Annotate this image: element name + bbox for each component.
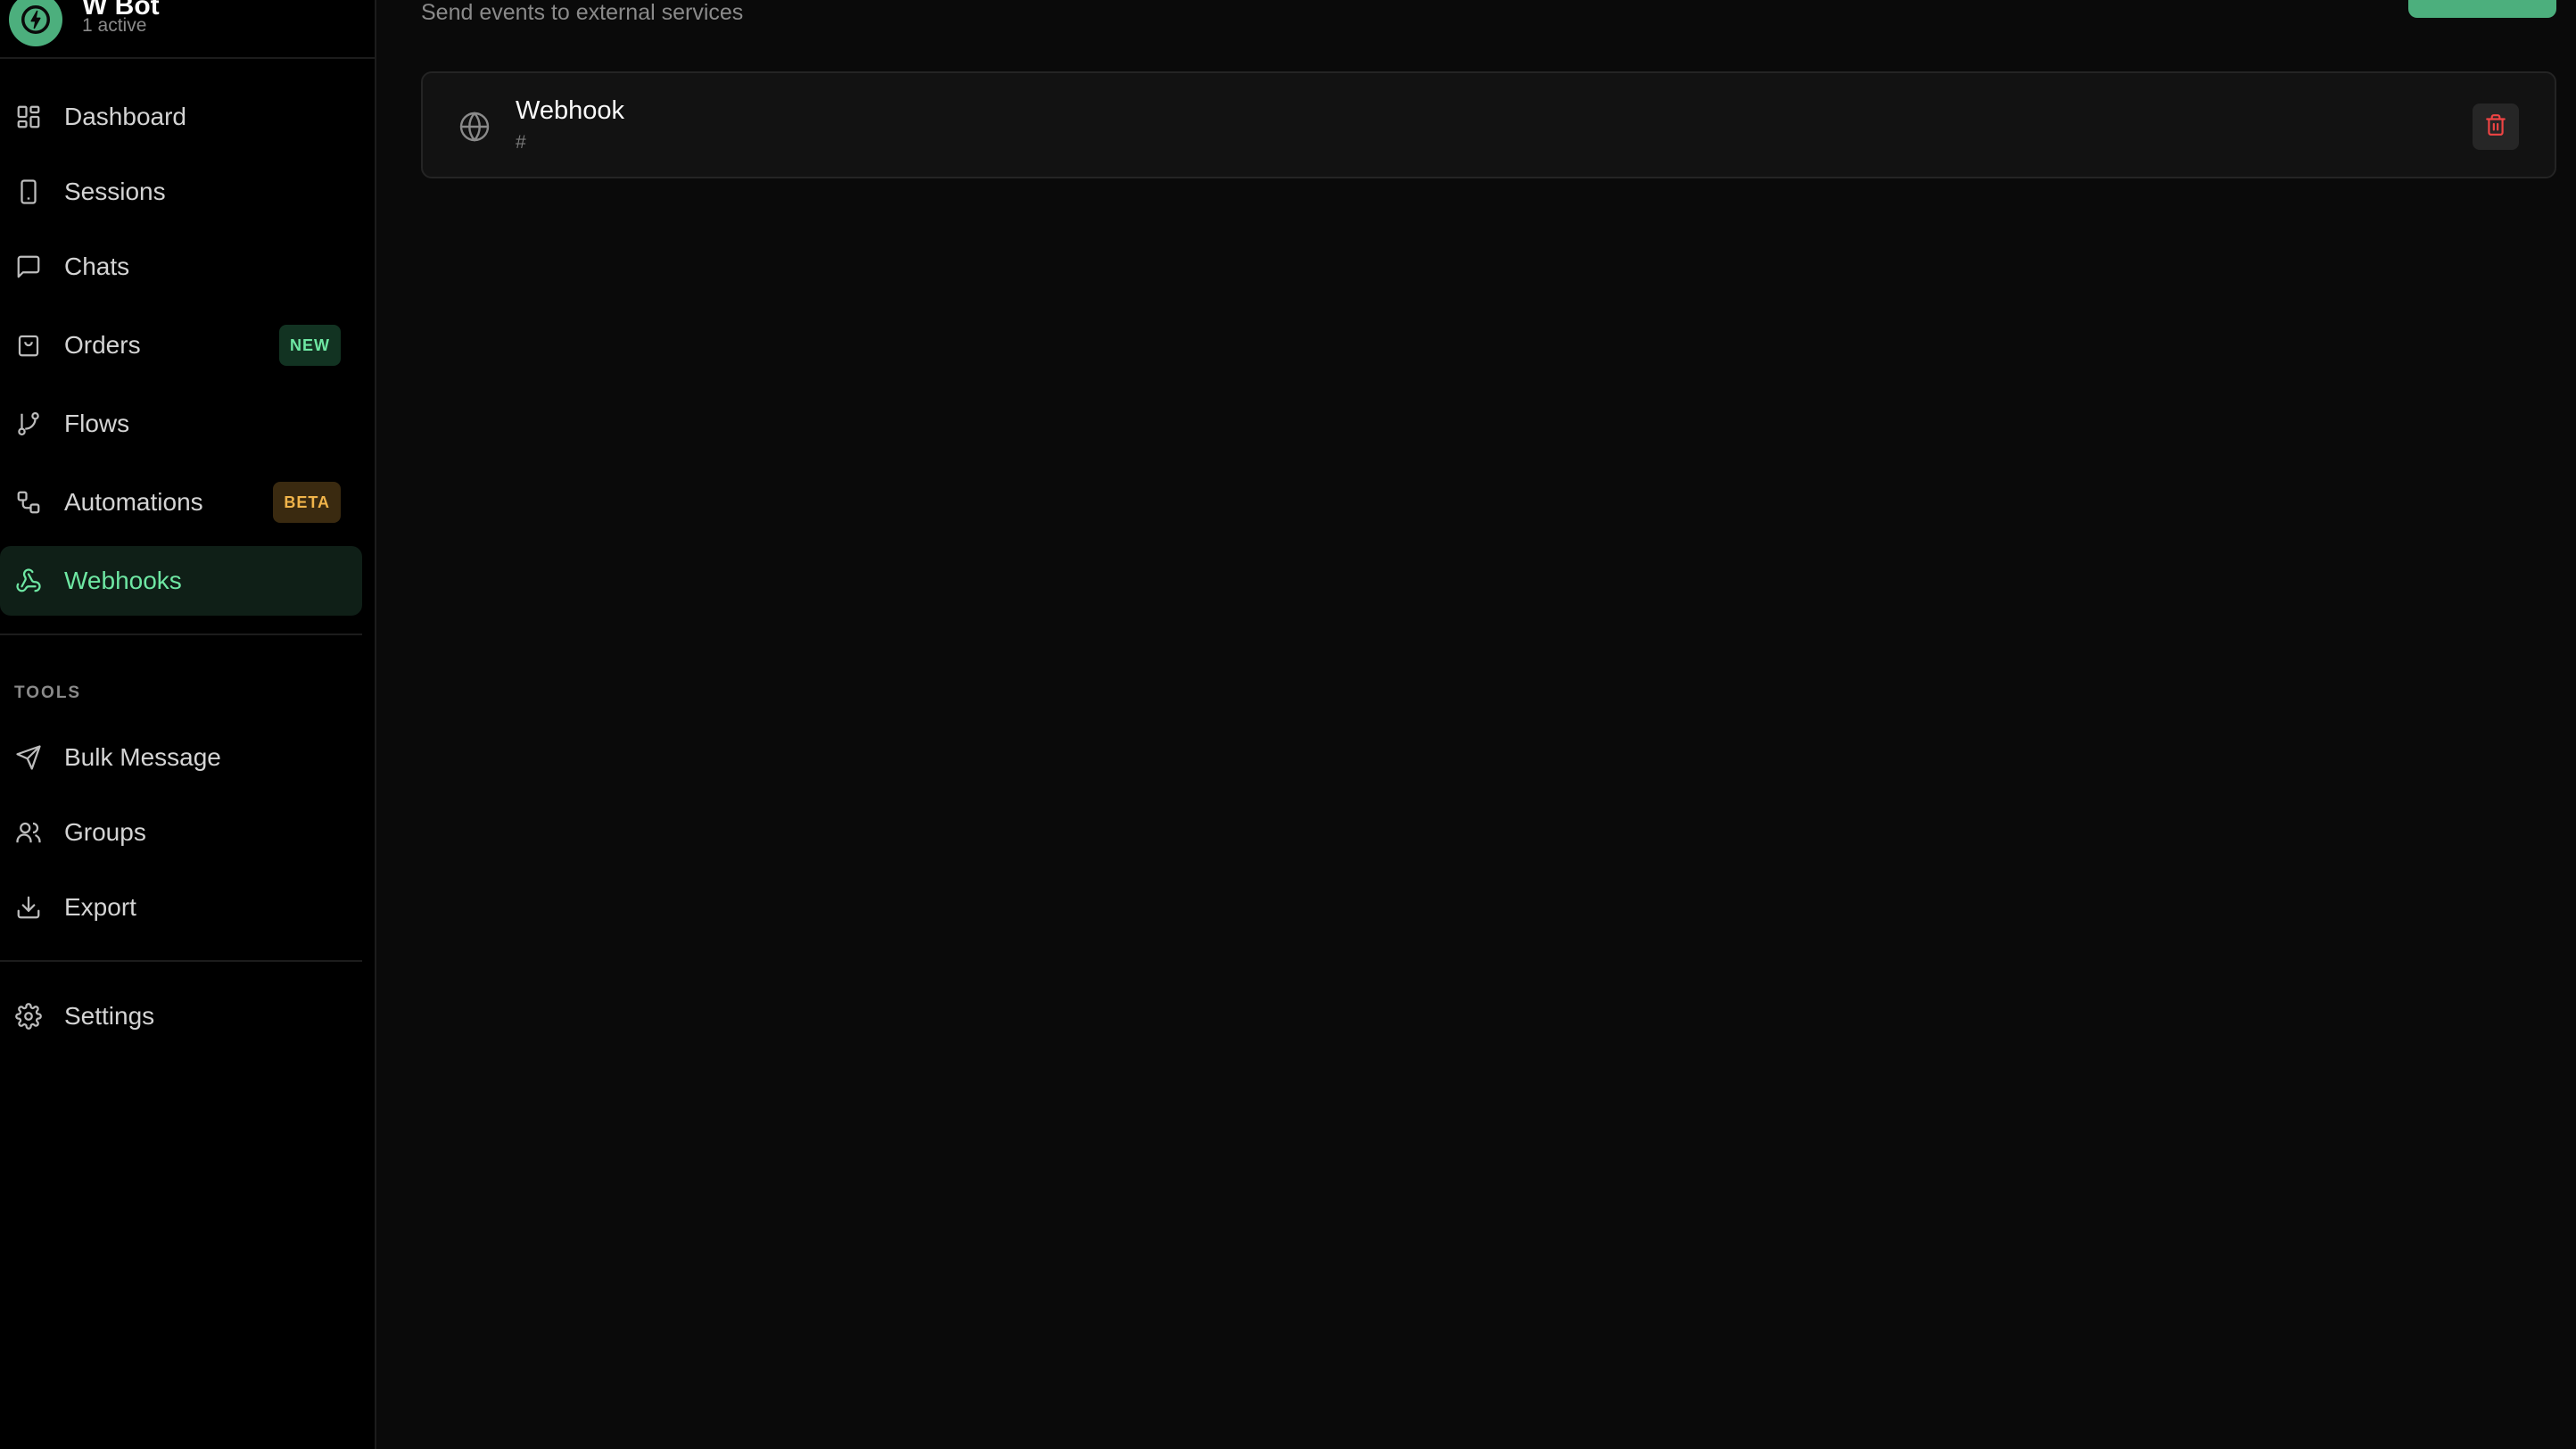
webhook-url: #: [516, 132, 526, 153]
main-content: Send events to external services Webhook…: [378, 0, 2576, 1449]
beta-badge: BETA: [273, 482, 341, 523]
sidebar-item-groups[interactable]: Groups: [0, 798, 362, 867]
sidebar: W Bot 1 active Dashboard Sessions Chats …: [0, 0, 376, 1449]
users-icon: [14, 818, 43, 847]
delete-webhook-button[interactable]: [2473, 104, 2519, 150]
add-webhook-button[interactable]: [2408, 0, 2556, 18]
globe-icon: [458, 111, 491, 143]
send-icon: [14, 743, 43, 772]
sidebar-item-label: Webhooks: [64, 567, 182, 594]
sidebar-item-flows[interactable]: Flows: [0, 389, 362, 459]
sidebar-item-sessions[interactable]: Sessions: [0, 157, 362, 227]
download-icon: [14, 893, 43, 922]
sidebar-item-label: Bulk Message: [64, 743, 221, 771]
sidebar-item-chats[interactable]: Chats: [0, 232, 362, 302]
brand-header: W Bot 1 active: [0, 0, 375, 59]
sidebar-item-label: Automations: [64, 488, 203, 516]
app-window: W Bot 1 active Dashboard Sessions Chats …: [0, 0, 2576, 1449]
gear-icon: [14, 1002, 43, 1031]
sidebar-item-label: Flows: [64, 410, 130, 437]
bolt-icon: [9, 0, 62, 46]
sidebar-item-export[interactable]: Export: [0, 873, 362, 942]
trash-icon: [2484, 113, 2507, 141]
sidebar-item-bulk-message[interactable]: Bulk Message: [0, 723, 362, 792]
sidebar-item-orders[interactable]: Orders NEW: [0, 310, 362, 380]
sidebar-item-settings[interactable]: Settings: [0, 981, 362, 1051]
phone-icon: [14, 178, 43, 206]
page-subtitle: Send events to external services: [421, 0, 744, 25]
sidebar-item-label: Orders: [64, 331, 141, 359]
sidebar-item-automations[interactable]: Automations BETA: [0, 468, 362, 537]
divider: [0, 633, 362, 635]
webhook-card[interactable]: Webhook #: [421, 71, 2556, 178]
workflow-icon: [14, 488, 43, 517]
sidebar-item-label: Groups: [64, 818, 146, 846]
sidebar-item-label: Export: [64, 893, 136, 921]
git-branch-icon: [14, 410, 43, 438]
webhook-icon: [14, 567, 43, 595]
sidebar-item-webhooks[interactable]: Webhooks: [0, 546, 362, 616]
sidebar-item-dashboard[interactable]: Dashboard: [0, 82, 362, 152]
shopping-bag-icon: [14, 331, 43, 360]
message-square-icon: [14, 253, 43, 281]
brand-status: 1 active: [82, 15, 147, 36]
tools-section-title: TOOLS: [14, 683, 82, 702]
divider: [0, 960, 362, 962]
sidebar-item-label: Settings: [64, 1002, 155, 1030]
sidebar-item-label: Sessions: [64, 178, 166, 205]
new-badge: NEW: [279, 325, 341, 366]
sidebar-item-label: Dashboard: [64, 103, 186, 130]
webhook-name: Webhook: [516, 96, 624, 125]
grid-icon: [14, 103, 43, 131]
sidebar-item-label: Chats: [64, 253, 130, 280]
